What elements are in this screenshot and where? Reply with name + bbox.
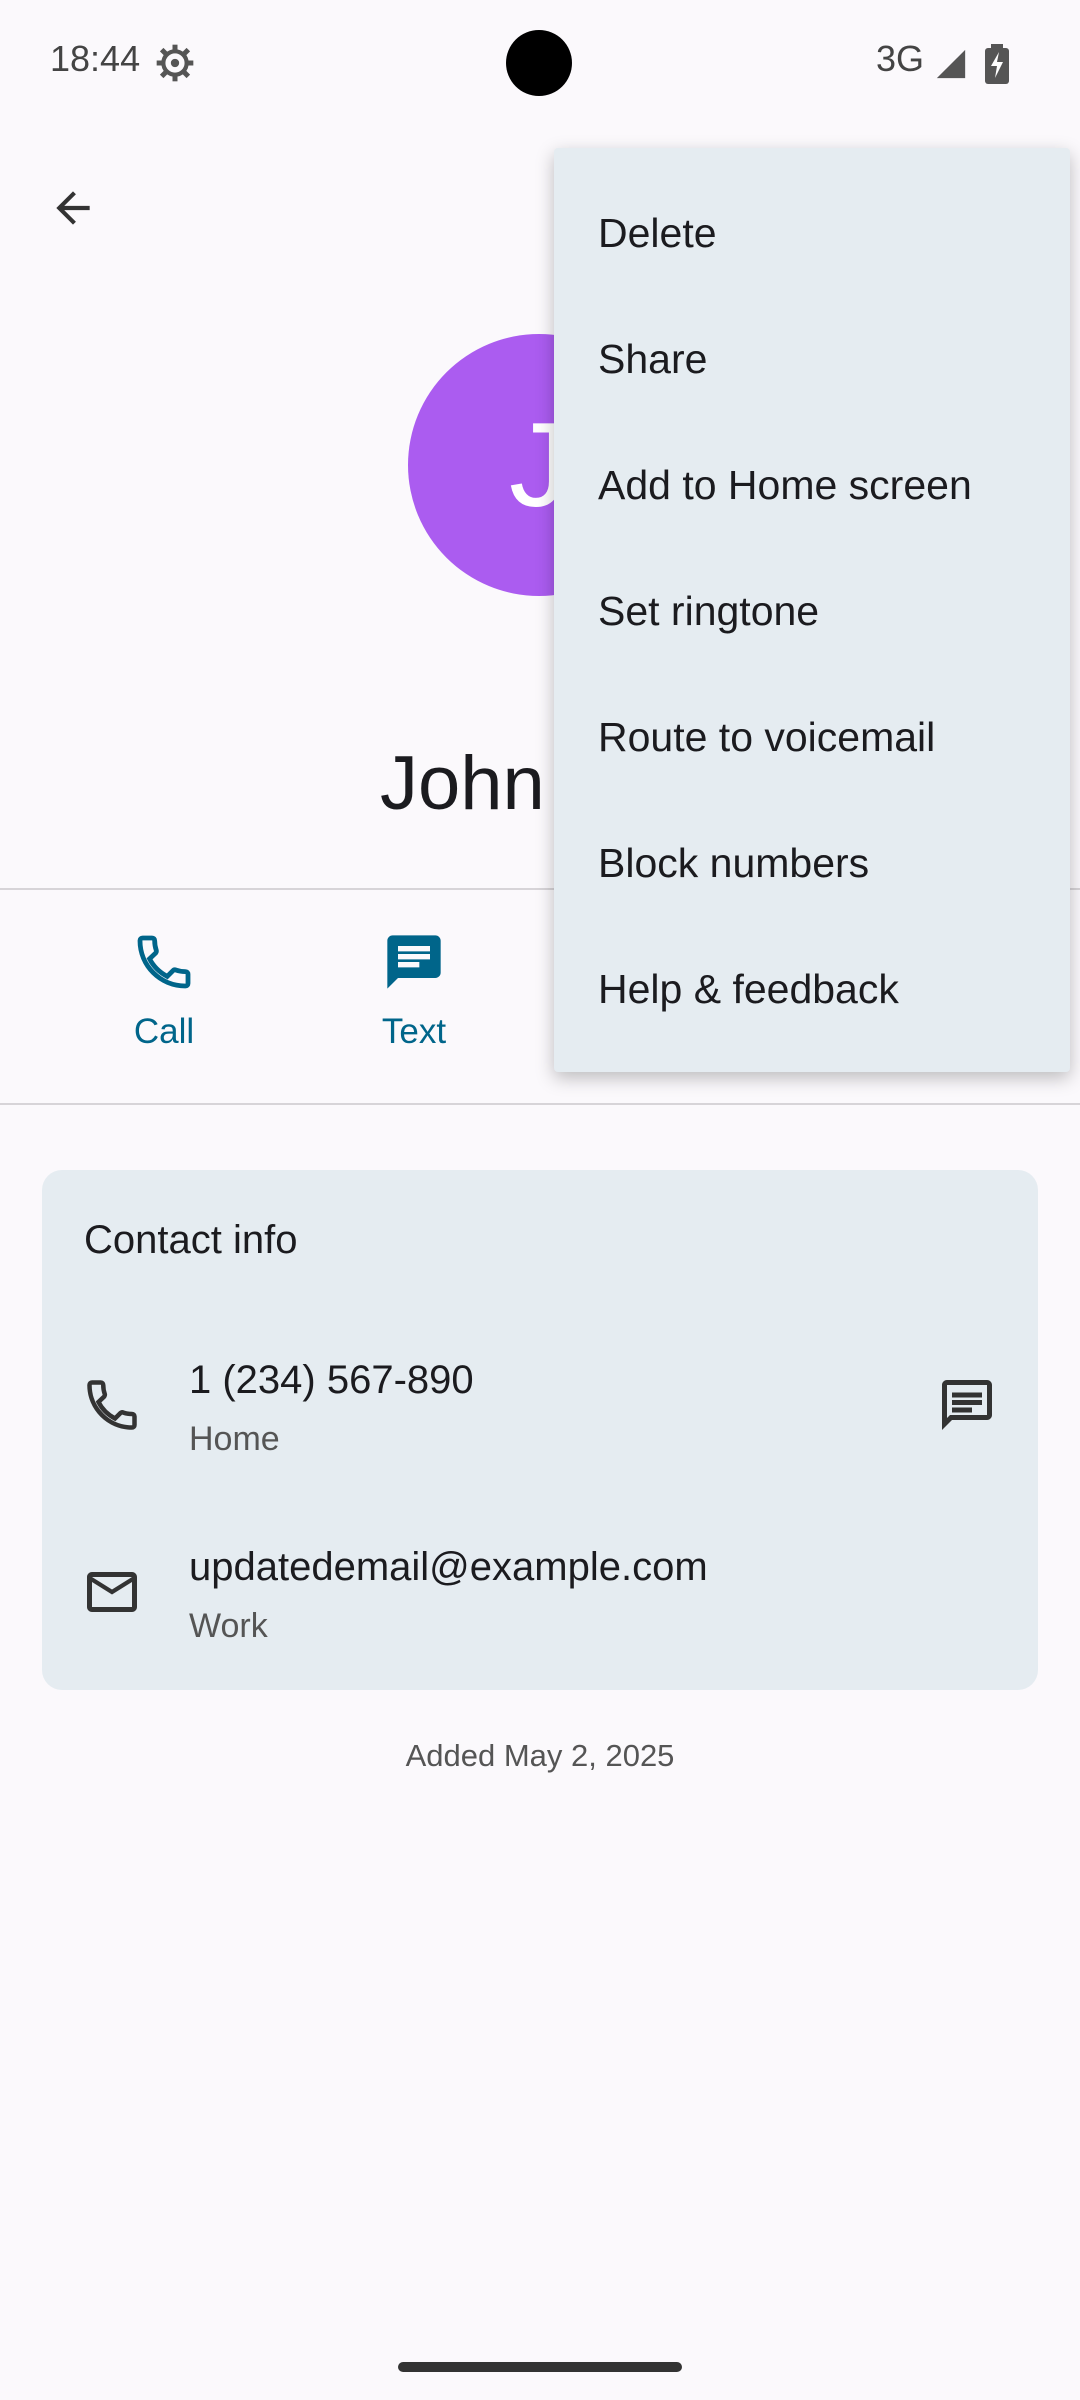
email-address: updatedemail@example.com bbox=[189, 1545, 708, 1589]
menu-item-help-feedback[interactable]: Help & feedback bbox=[554, 926, 1070, 1052]
menu-item-add-to-home-screen[interactable]: Add to Home screen bbox=[554, 422, 1070, 548]
message-icon bbox=[387, 935, 441, 989]
mail-icon bbox=[87, 1572, 137, 1612]
menu-item-route-to-voicemail[interactable]: Route to voicemail bbox=[554, 674, 1070, 800]
card-title: Contact info bbox=[84, 1218, 298, 1262]
text-button[interactable]: Text bbox=[324, 930, 504, 1070]
phone-icon bbox=[137, 935, 191, 989]
phone-icon bbox=[87, 1380, 137, 1430]
text-label: Text bbox=[381, 1012, 447, 1051]
message-icon bbox=[942, 1380, 992, 1430]
phone-number: 1 (234) 567-890 bbox=[189, 1358, 474, 1402]
arrow-left-icon bbox=[56, 191, 90, 225]
status-bar: 18:44 3G bbox=[0, 0, 1080, 130]
menu-item-set-ringtone[interactable]: Set ringtone bbox=[554, 548, 1070, 674]
menu-item-delete[interactable]: Delete bbox=[554, 170, 1070, 296]
call-label: Call bbox=[133, 1012, 195, 1051]
camera-cutout bbox=[506, 30, 572, 96]
menu-item-share[interactable]: Share bbox=[554, 296, 1070, 422]
contact-name: John bbox=[380, 741, 545, 826]
navigation-handle[interactable] bbox=[398, 2362, 682, 2372]
back-button[interactable] bbox=[40, 175, 106, 241]
overflow-menu: Delete Share Add to Home screen Set ring… bbox=[554, 148, 1070, 1072]
phone-type: Home bbox=[189, 1420, 280, 1458]
battery-charging-icon bbox=[985, 44, 1009, 84]
signal-icon bbox=[936, 49, 966, 79]
added-date: Added May 2, 2025 bbox=[405, 1738, 675, 1773]
menu-item-block-numbers[interactable]: Block numbers bbox=[554, 800, 1070, 926]
email-type: Work bbox=[189, 1607, 268, 1645]
network-type: 3G bbox=[876, 38, 925, 79]
status-time: 18:44 bbox=[50, 38, 141, 79]
message-button[interactable] bbox=[932, 1370, 1002, 1440]
contact-info-card: Contact info 1 (234) 567-890 Home update… bbox=[42, 1170, 1038, 1690]
call-button[interactable]: Call bbox=[74, 930, 254, 1070]
divider bbox=[0, 1103, 1080, 1105]
gear-icon bbox=[156, 44, 194, 82]
